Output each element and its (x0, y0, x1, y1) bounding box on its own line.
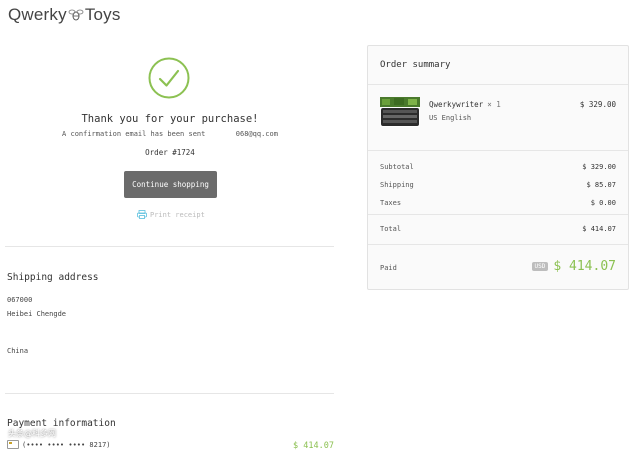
confirmation-email-address: 068@qq.com (235, 130, 278, 138)
printer-icon (137, 210, 147, 219)
order-number: Order #1724 (145, 148, 195, 157)
bee-icon (68, 9, 84, 21)
section-divider (5, 246, 334, 247)
section-divider (5, 393, 334, 394)
total-value: $ 414.07 (582, 225, 616, 233)
credit-card-icon (7, 440, 19, 449)
summary-divider (368, 214, 628, 215)
payment-amount: $ 414.07 (293, 441, 334, 451)
shipping-line: China (7, 347, 29, 355)
shipping-line: 067000 (7, 296, 33, 304)
confirmation-email-text: A confirmation email has been sent 068@q… (0, 130, 340, 138)
summary-divider (368, 244, 628, 245)
shipping-line: Heibei Chengde (7, 310, 67, 318)
paid-amount-value: $ 414.07 (553, 259, 616, 274)
shipping-value: $ 85.07 (586, 181, 616, 189)
summary-divider (368, 84, 628, 85)
thank-you-heading: Thank you for your purchase! (81, 113, 259, 125)
currency-badge: USD (531, 262, 549, 271)
product-price: $ 329.00 (579, 100, 616, 109)
continue-shopping-button[interactable]: Continue shopping (124, 171, 217, 198)
watermark: 头条@科多网 (8, 429, 56, 438)
success-check-icon (148, 57, 190, 99)
total-label: Total (380, 225, 402, 233)
summary-divider (368, 150, 628, 151)
product-thumbnail (380, 97, 420, 127)
shipping-label: Shipping (380, 181, 414, 189)
order-summary-panel: Order summary Qwerkywriter × 1 US English… (367, 45, 629, 290)
brand-name-right: Toys (84, 5, 121, 24)
product-variant: US English (429, 114, 472, 122)
order-summary-title: Order summary (380, 60, 451, 70)
subtotal-value: $ 329.00 (582, 163, 616, 171)
brand-name-left: Qwerky (8, 5, 67, 24)
paid-amount: USD $ 414.07 (531, 259, 616, 274)
confirmation-email-prefix: A confirmation email has been sent (62, 130, 206, 138)
payment-card-number: (•••• •••• •••• 8217) (22, 440, 111, 449)
print-receipt-label: Print receipt (150, 210, 205, 219)
product-quantity: × 1 (487, 100, 501, 109)
payment-card-line: (•••• •••• •••• 8217) (7, 440, 111, 449)
taxes-value: $ 0.00 (590, 199, 616, 207)
subtotal-label: Subtotal (380, 163, 414, 171)
product-name-text: Qwerkywriter (429, 100, 484, 109)
paid-label: Paid (380, 264, 397, 272)
taxes-label: Taxes (380, 199, 402, 207)
brand-logo[interactable]: Qwerky Toys (8, 5, 121, 25)
print-receipt-link[interactable]: Print receipt (137, 210, 205, 219)
product-name[interactable]: Qwerkywriter × 1 (429, 100, 501, 109)
shipping-address-title: Shipping address (7, 272, 99, 283)
